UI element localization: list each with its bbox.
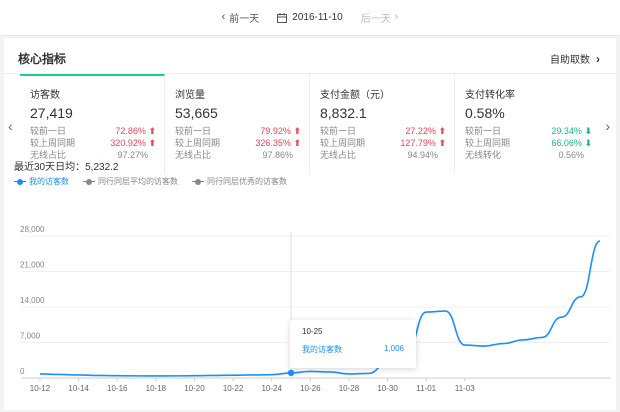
x-tick-label: 10-24 <box>261 384 282 393</box>
x-tick-label: 10-18 <box>146 384 167 393</box>
x-tick-label: 11-03 <box>455 384 475 393</box>
y-tick-label: 0 <box>20 367 25 376</box>
x-tick-label: 10-14 <box>68 384 89 393</box>
y-tick-label: 7,000 <box>20 332 41 341</box>
y-tick-label: 28,000 <box>20 225 45 234</box>
x-tick-label: 10-26 <box>300 384 321 393</box>
x-tick-label: 10-22 <box>223 384 244 393</box>
y-tick-label: 21,000 <box>20 261 45 270</box>
x-tick-label: 10-30 <box>377 384 398 393</box>
x-tick-label: 11-01 <box>416 384 436 393</box>
tooltip-value: 1,006 <box>383 344 404 353</box>
tooltip-series: 我的访客数 <box>302 345 342 354</box>
x-tick-label: 10-20 <box>184 384 205 393</box>
hover-point <box>287 369 295 377</box>
tooltip-date: 10-25 <box>302 327 323 336</box>
chart-tooltip: 10-25 我的访客数 1,006 <box>290 320 416 368</box>
tooltip-row: 我的访客数 1,006 <box>302 344 404 355</box>
x-tick-label: 10-28 <box>339 384 360 393</box>
x-tick-label: 10-12 <box>30 384 51 393</box>
x-tick-label: 10-16 <box>107 384 128 393</box>
y-tick-label: 14,000 <box>20 296 45 305</box>
